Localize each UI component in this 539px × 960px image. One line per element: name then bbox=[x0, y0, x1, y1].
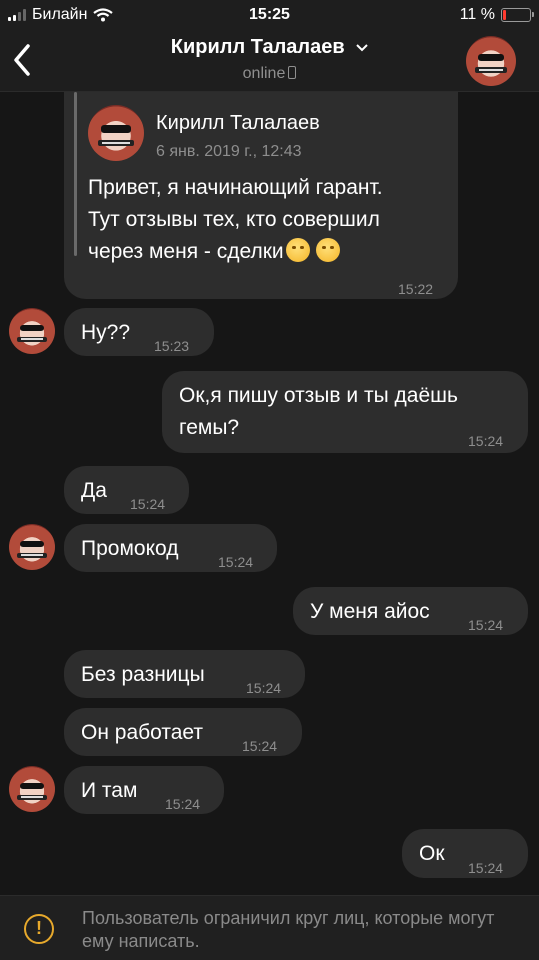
incoming-message[interactable]: Да 15:24 bbox=[64, 466, 189, 514]
incoming-message[interactable]: Он работает 15:24 bbox=[64, 708, 302, 756]
sender-avatar[interactable] bbox=[9, 524, 55, 570]
incoming-message[interactable]: Ну?? 15:23 bbox=[64, 308, 214, 356]
header-avatar[interactable] bbox=[466, 36, 516, 86]
quote-avatar bbox=[88, 105, 144, 161]
message-time: 15:22 bbox=[398, 281, 434, 297]
quote-author: Кирилл Талалаев bbox=[156, 112, 320, 134]
incoming-message[interactable]: И там 15:24 bbox=[64, 766, 224, 814]
battery-icon bbox=[501, 8, 534, 22]
outgoing-message[interactable]: Ок,я пишу отзыв и ты даёшь гемы? 15:24 bbox=[162, 371, 528, 453]
incoming-message[interactable]: Промокод 15:24 bbox=[64, 524, 277, 572]
chevron-down-icon bbox=[356, 44, 368, 52]
clock: 15:25 bbox=[249, 6, 290, 23]
sender-avatar[interactable] bbox=[9, 308, 55, 354]
contact-status: online bbox=[0, 65, 539, 83]
warning-icon: ! bbox=[24, 914, 54, 944]
phone-icon bbox=[288, 66, 297, 79]
quote-bar bbox=[74, 92, 77, 256]
quote-date: 6 янв. 2019 г., 12:43 bbox=[156, 143, 302, 160]
contact-name-button[interactable]: Кирилл Талалаев bbox=[0, 36, 539, 59]
restriction-notice: ! Пользователь ограничил круг лиц, котор… bbox=[0, 895, 539, 960]
forwarded-message[interactable]: Кирилл Талалаев 6 янв. 2019 г., 12:43 Пр… bbox=[64, 92, 458, 299]
battery-percent: 11 % bbox=[459, 6, 495, 23]
notice-text: Пользователь ограничил круг лиц, которые… bbox=[82, 908, 495, 951]
incoming-message[interactable]: Без разницы 15:24 bbox=[64, 650, 305, 698]
contact-name: Кирилл Талалаев bbox=[170, 36, 345, 58]
chat-header: Кирилл Талалаев online bbox=[0, 30, 539, 92]
outgoing-message[interactable]: Ок 15:24 bbox=[402, 829, 528, 878]
quote-text: Привет, я начинающий гарант. Тут отзывы … bbox=[88, 176, 383, 263]
smile-emoji-icon bbox=[315, 238, 340, 262]
sender-avatar[interactable] bbox=[9, 766, 55, 812]
status-bar: Билайн 15:25 11 % bbox=[0, 0, 539, 30]
outgoing-message[interactable]: У меня айос 15:24 bbox=[293, 587, 528, 635]
wink-emoji-icon bbox=[285, 238, 310, 262]
